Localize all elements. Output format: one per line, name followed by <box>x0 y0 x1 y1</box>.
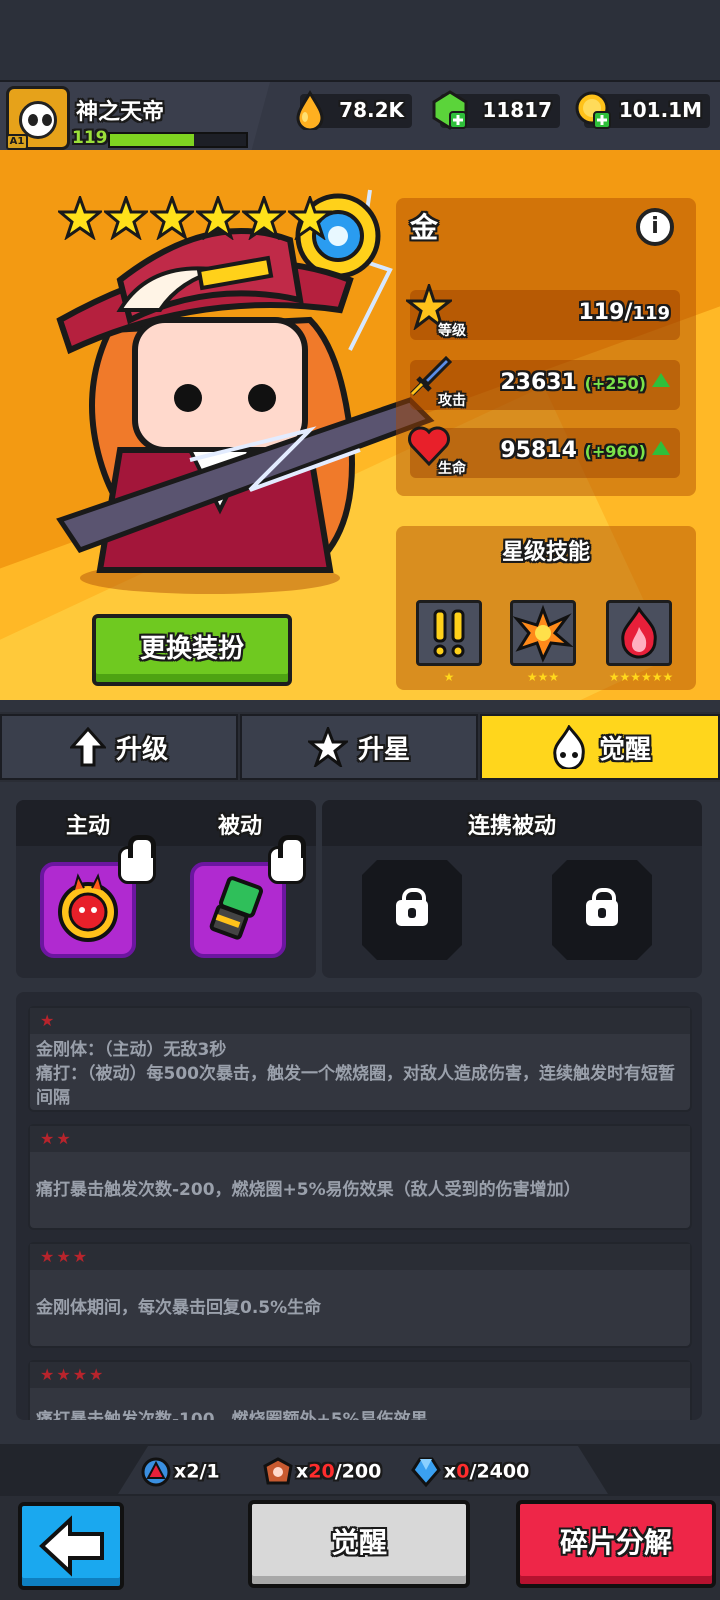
linked-passive-label: 连携被动 <box>467 814 556 839</box>
tab-star-up[interactable]: 升星 <box>240 714 478 780</box>
ability-header <box>16 800 316 846</box>
coin-plus-icon <box>575 91 611 129</box>
hero-star-icon <box>104 196 148 240</box>
coins-resource[interactable]: 101.1M <box>575 91 710 129</box>
hp-label: 生命 <box>438 461 466 477</box>
xp-bar <box>108 132 248 148</box>
active-lock-icon <box>118 835 156 884</box>
fire-icon <box>621 606 657 659</box>
star-skill-2[interactable] <box>510 600 576 666</box>
cost-shards: x20/200 <box>262 1456 381 1488</box>
player-level: 119 <box>72 128 108 148</box>
attack-label: 攻击 <box>438 393 466 409</box>
awakening-entry-4: ★★★★ 痛打暴击触发次数-100，燃烧圈额外+5%易伤效果 <box>28 1360 692 1420</box>
tab-upgrade[interactable]: 升级 <box>0 714 238 780</box>
gems-resource[interactable]: 11817 <box>432 90 560 130</box>
tab-awaken-label: 觉醒 <box>598 734 651 765</box>
star-skill-3-stars: ★★★★★★ <box>608 670 674 684</box>
gems-value: 11817 <box>482 98 552 122</box>
avatar-badge: A1 <box>6 134 28 150</box>
awakening-text: 金刚体：（主动）无敌3秒 痛打：（被动）每500次暴击，触发一个燃烧圈，对敌人造… <box>36 1040 675 1108</box>
awakening-entry-3: ★★★ 金刚体期间，每次暴击回复0.5%生命 <box>28 1242 692 1348</box>
cost-crystals: x0/2400 <box>410 1456 529 1488</box>
hp-value: 95814 (+960) <box>500 438 670 463</box>
hero-star-icon <box>150 196 194 240</box>
gem-plus-icon <box>432 90 468 130</box>
star-skill-3[interactable] <box>606 600 672 666</box>
decompose-button[interactable]: 碎片分解 <box>516 1500 716 1588</box>
hp-bonus: (+960) <box>584 442 646 461</box>
active-label: 主动 <box>66 814 111 839</box>
awakening-entry-1: ★ 金刚体：（主动）无敌3秒 痛打：（被动）每500次暴击，触发一个燃烧圈，对敌… <box>28 1006 692 1112</box>
player-name: 神之天帝 <box>76 100 165 125</box>
hero-stars <box>58 196 334 244</box>
star-skill-1[interactable] <box>416 600 482 666</box>
attack-stat: 攻击 23631 (+250) <box>410 355 680 410</box>
up-arrow-icon <box>652 441 670 455</box>
awakening-stars: ★★★★ <box>30 1362 690 1388</box>
level-value: 119/119 <box>578 300 670 325</box>
lock-icon <box>396 888 428 926</box>
hero-element: 金 <box>410 211 439 244</box>
star-skills-title: 星级技能 <box>501 540 590 565</box>
back-arrow-icon <box>39 1515 104 1577</box>
linked-slot-2[interactable] <box>552 860 652 960</box>
hero-star-icon <box>242 196 286 240</box>
lock-icon <box>586 888 618 926</box>
drops-resource[interactable]: 78.2K <box>296 90 412 130</box>
change-outfit-button[interactable]: 更换装扮 <box>92 614 292 686</box>
up-arrow-icon <box>69 727 106 767</box>
explosion-icon <box>512 604 574 663</box>
attack-value: 23631 (+250) <box>500 370 670 395</box>
coins-value: 101.1M <box>618 98 702 122</box>
star-skill-1-stars: ★ <box>443 670 455 684</box>
exclamation-icon <box>433 609 465 658</box>
passive-label: 被动 <box>218 814 263 839</box>
passive-lock-icon <box>268 835 306 884</box>
tab-awaken[interactable]: 觉醒 <box>480 714 720 780</box>
tab-upgrade-label: 升级 <box>115 734 168 765</box>
awakening-text: 痛打暴击触发次数-200，燃烧圈+5%易伤效果（敌人受到的伤害增加） <box>36 1180 581 1200</box>
tab-star-up-label: 升星 <box>357 734 410 765</box>
awakening-stars: ★★★ <box>30 1244 690 1270</box>
awakening-text: 金刚体期间，每次暴击回复0.5%生命 <box>36 1298 322 1318</box>
awakening-text: 痛打暴击触发次数-100，燃烧圈额外+5%易伤效果 <box>36 1410 428 1420</box>
status-strip <box>0 0 720 80</box>
up-arrow-icon <box>652 373 670 387</box>
awaken-button[interactable]: 觉醒 <box>248 1500 470 1588</box>
xp-fill <box>110 134 195 146</box>
hp-stat: 生命 95814 (+960) <box>408 426 680 478</box>
hero-shard-icon <box>263 1457 293 1485</box>
flame-icon <box>553 725 585 769</box>
rune-token-icon <box>141 1457 171 1487</box>
back-button[interactable] <box>18 1502 124 1590</box>
star-skill-2-stars: ★★★ <box>526 670 560 684</box>
level-stat: 等级 119/119 <box>406 284 680 340</box>
star-icon <box>307 727 348 767</box>
hero-star-icon <box>288 196 332 240</box>
cost-token: x2/1 <box>140 1456 220 1488</box>
awakening-stars: ★★ <box>30 1126 690 1152</box>
attack-bonus: (+250) <box>584 374 646 393</box>
awakening-entry-2: ★★ 痛打暴击触发次数-200，燃烧圈+5%易伤效果（敌人受到的伤害增加） <box>28 1124 692 1230</box>
awakening-list[interactable]: ★ 金刚体：（主动）无敌3秒 痛打：（被动）每500次暴击，触发一个燃烧圈，对敌… <box>16 992 702 1420</box>
drops-value: 78.2K <box>339 98 404 122</box>
hero-star-icon <box>58 196 102 240</box>
drop-icon <box>296 90 324 130</box>
hero-star-icon <box>196 196 240 240</box>
level-label: 等级 <box>438 323 466 339</box>
awakening-stars: ★ <box>30 1008 690 1034</box>
info-button[interactable]: i <box>636 208 674 246</box>
linked-slot-1[interactable] <box>362 860 462 960</box>
crystal-icon <box>411 1457 441 1488</box>
